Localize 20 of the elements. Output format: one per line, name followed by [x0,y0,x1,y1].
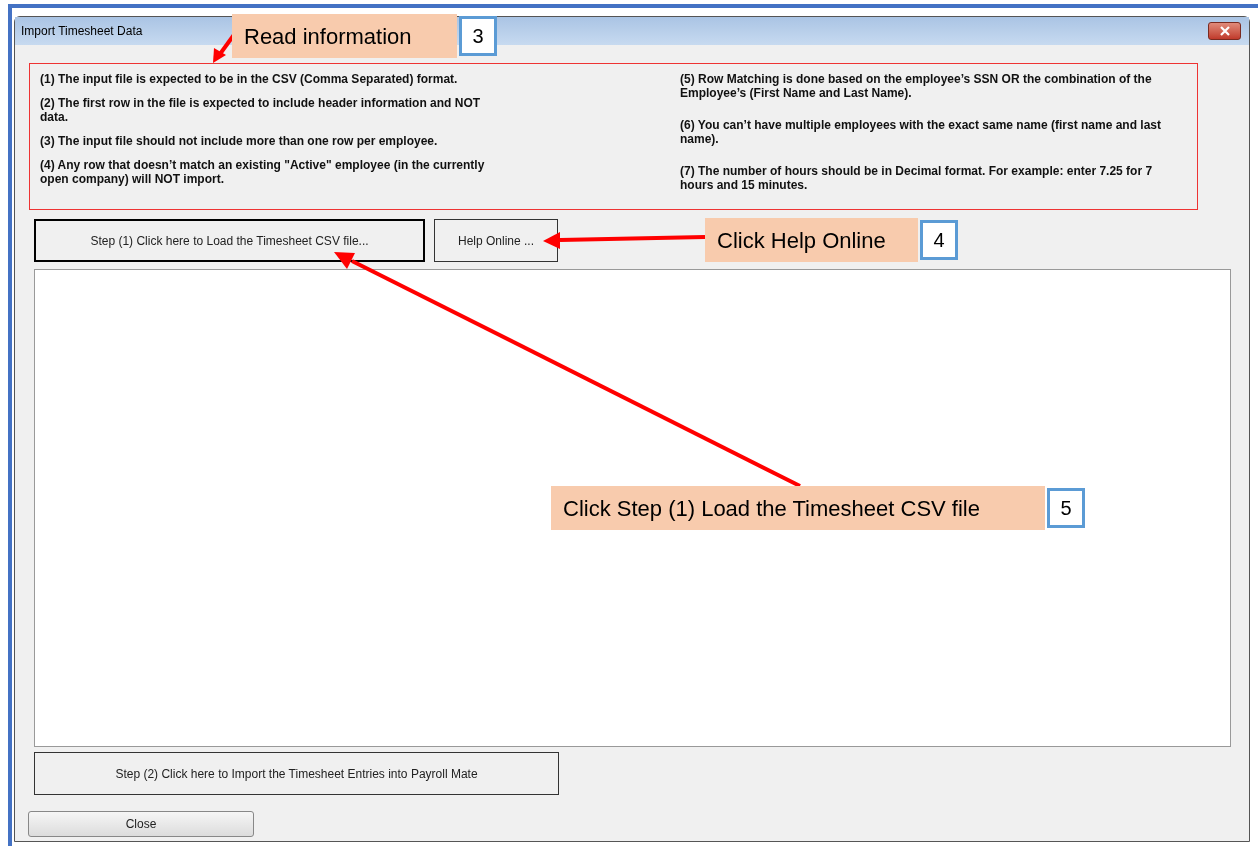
info-note: (3) The input file should not include more than one row per employee. [40,134,439,148]
info-note: (1) The input file is expected to be in the CSV (Comma Separated) format. [40,72,459,86]
close-window-button[interactable] [1208,22,1241,40]
info-note: (6) You can’t have multiple employees with the exact same name (first name and last name). [680,118,1163,146]
callout-label: Read information [232,14,457,58]
callout-label: Click Step (1) Load the Timesheet CSV file [551,486,1045,530]
info-note: (7) The number of hours should be in Decimal format. For example: enter 7.25 for 7 hours and 15 minutes. [680,164,1154,192]
close-button[interactable]: Close [28,811,254,837]
help-online-button[interactable]: Help Online ... [434,219,558,262]
import-entries-button[interactable]: Step (2) Click here to Import the Timesheet Entries into Payroll Mate [34,752,559,795]
close-icon [1218,26,1231,36]
step-number: 4 [920,220,958,260]
info-note: (2) The first row in the file is expected to include header information and NOT data. [40,96,482,124]
info-note: (4) Any row that doesn’t match an existing "Active" employee (in the currently open company) will NOT import. [40,158,486,186]
load-csv-button[interactable]: Step (1) Click here to Load the Timesheet CSV file... [34,219,425,262]
step-number: 5 [1047,488,1085,528]
callout-label: Click Help Online [705,218,918,262]
info-note: (5) Row Matching is done based on the employee’s SSN OR the combination of the Employee’s (First Name and Last Name). [680,72,1153,100]
window-title: Import Timesheet Data [21,23,143,40]
step-number: 3 [459,16,497,56]
